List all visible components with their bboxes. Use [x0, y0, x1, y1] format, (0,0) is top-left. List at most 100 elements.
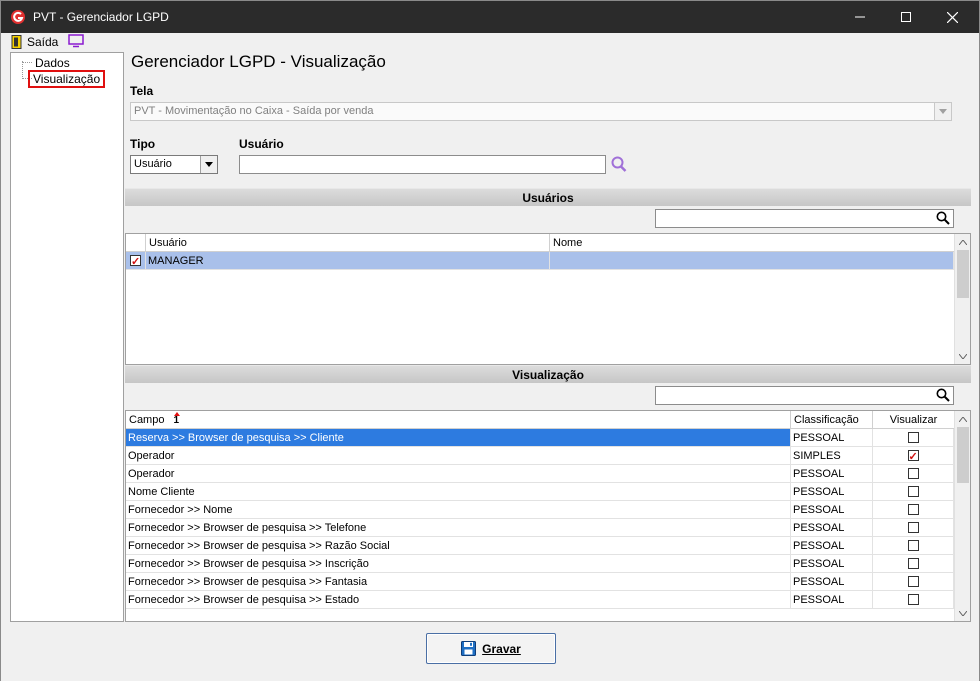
usuario-input[interactable]	[239, 155, 606, 174]
table-row[interactable]: Operador PESSOAL	[126, 465, 954, 483]
tipo-value: Usuário	[134, 158, 172, 170]
users-scrollbar[interactable]	[954, 234, 970, 364]
users-filter-input[interactable]	[655, 209, 954, 228]
row-visualizar-cell[interactable]	[873, 483, 954, 501]
row-visualizar-cell[interactable]	[873, 465, 954, 483]
scroll-down-icon[interactable]	[955, 605, 970, 621]
tree-connector	[22, 62, 32, 63]
table-row[interactable]: Operador SIMPLES	[126, 447, 954, 465]
tela-value: PVT - Movimentação no Caixa - Saída por …	[134, 105, 374, 117]
visual-header-campo[interactable]: Campo 1	[126, 411, 791, 429]
table-row[interactable]: Nome Cliente PESSOAL	[126, 483, 954, 501]
close-button[interactable]	[929, 1, 975, 33]
row-campo: Fornecedor >> Browser de pesquisa >> Ins…	[126, 555, 791, 573]
users-header-nome[interactable]: Nome	[550, 234, 954, 252]
tree-item-dados[interactable]: Dados	[33, 55, 72, 71]
table-row[interactable]: Fornecedor >> Browser de pesquisa >> Tel…	[126, 519, 954, 537]
users-header-check	[126, 234, 146, 252]
window-title: PVT - Gerenciador LGPD	[33, 10, 169, 24]
minimize-button[interactable]	[837, 1, 883, 33]
row-visualizar-cell[interactable]	[873, 555, 954, 573]
monitor-button[interactable]	[68, 34, 84, 51]
row-nome	[550, 252, 954, 270]
row-classificacao: PESSOAL	[791, 483, 873, 501]
tela-select[interactable]: PVT - Movimentação no Caixa - Saída por …	[130, 102, 952, 121]
visualizar-checkbox[interactable]	[907, 540, 919, 551]
row-campo: Fornecedor >> Browser de pesquisa >> Fan…	[126, 573, 791, 591]
toolbar: Saída	[1, 33, 979, 51]
sort-indicator-icon: 1	[173, 412, 180, 426]
scroll-up-icon[interactable]	[955, 234, 970, 250]
search-icon[interactable]	[936, 388, 950, 402]
maximize-button[interactable]	[883, 1, 929, 33]
row-classificacao: PESSOAL	[791, 555, 873, 573]
visualizar-checkbox[interactable]	[907, 576, 919, 587]
row-classificacao: PESSOAL	[791, 573, 873, 591]
app-logo-icon	[11, 10, 25, 24]
save-button[interactable]: Gravar	[426, 633, 556, 664]
row-checkbox[interactable]	[130, 253, 141, 269]
row-campo: Fornecedor >> Browser de pesquisa >> Raz…	[126, 537, 791, 555]
row-classificacao: PESSOAL	[791, 591, 873, 609]
row-visualizar-cell[interactable]	[873, 591, 954, 609]
row-campo: Fornecedor >> Nome	[126, 501, 791, 519]
row-classificacao: PESSOAL	[791, 465, 873, 483]
users-header-usuario[interactable]: Usuário	[146, 234, 550, 252]
table-row[interactable]: Fornecedor >> Browser de pesquisa >> Est…	[126, 591, 954, 609]
users-section-header: Usuários	[125, 188, 971, 206]
row-visualizar-cell[interactable]	[873, 429, 954, 447]
table-row[interactable]: MANAGER	[126, 252, 954, 270]
row-visualizar-cell[interactable]	[873, 537, 954, 555]
row-campo: Operador	[126, 447, 791, 465]
visualizar-checkbox[interactable]	[907, 448, 919, 464]
visual-scrollbar[interactable]	[954, 411, 970, 621]
exit-label: Saída	[27, 35, 59, 49]
row-visualizar-cell[interactable]	[873, 519, 954, 537]
main-panel: Gerenciador LGPD - Visualização Tela PVT…	[125, 52, 971, 622]
save-label: Gravar	[482, 641, 521, 656]
table-row[interactable]: Fornecedor >> Browser de pesquisa >> Fan…	[126, 573, 954, 591]
visual-filter-input[interactable]	[655, 386, 954, 405]
row-campo: Nome Cliente	[126, 483, 791, 501]
visualizar-checkbox[interactable]	[907, 504, 919, 515]
footer: Gravar	[1, 623, 979, 681]
search-icon[interactable]	[936, 211, 950, 225]
title-bar: PVT - Gerenciador LGPD	[1, 1, 979, 33]
scrollbar-thumb[interactable]	[957, 427, 969, 483]
visual-grid: Campo 1 Classificação Visualizar Reserva…	[125, 410, 971, 622]
scroll-up-icon[interactable]	[955, 411, 970, 427]
table-row[interactable]: Fornecedor >> Nome PESSOAL	[126, 501, 954, 519]
scroll-down-icon[interactable]	[955, 348, 970, 364]
navigation-tree: Dados Visualização	[10, 52, 124, 622]
scrollbar-thumb[interactable]	[957, 250, 969, 298]
visualizar-checkbox[interactable]	[907, 558, 919, 569]
row-classificacao: SIMPLES	[791, 447, 873, 465]
visual-section-header: Visualização	[125, 365, 971, 383]
row-visualizar-cell[interactable]	[873, 573, 954, 591]
floppy-disk-icon	[461, 641, 477, 656]
table-row[interactable]: Fornecedor >> Browser de pesquisa >> Raz…	[126, 537, 954, 555]
row-visualizar-cell[interactable]	[873, 447, 954, 465]
visual-header-visualizar[interactable]: Visualizar	[873, 411, 954, 429]
sort-order: 1	[173, 415, 180, 426]
row-usuario: MANAGER	[146, 252, 550, 270]
exit-button[interactable]: Saída	[11, 34, 58, 50]
table-row[interactable]: Reserva >> Browser de pesquisa >> Client…	[126, 429, 954, 447]
search-user-button[interactable]	[611, 156, 627, 173]
row-check-cell[interactable]	[126, 252, 146, 270]
visualizar-checkbox[interactable]	[907, 594, 919, 605]
tree-item-visualizacao[interactable]: Visualização	[28, 70, 106, 88]
visualizar-checkbox[interactable]	[907, 468, 919, 479]
visualizar-checkbox[interactable]	[907, 486, 919, 497]
visualizar-checkbox[interactable]	[907, 522, 919, 533]
visualizar-checkbox[interactable]	[907, 432, 919, 443]
tipo-select[interactable]: Usuário	[130, 155, 218, 174]
tree-line	[22, 61, 23, 79]
row-classificacao: PESSOAL	[791, 501, 873, 519]
table-row[interactable]: Fornecedor >> Browser de pesquisa >> Ins…	[126, 555, 954, 573]
visual-header-classificacao[interactable]: Classificação	[791, 411, 873, 429]
tela-label: Tela	[130, 84, 154, 98]
campo-header-label: Campo	[129, 414, 165, 426]
row-classificacao: PESSOAL	[791, 537, 873, 555]
row-visualizar-cell[interactable]	[873, 501, 954, 519]
